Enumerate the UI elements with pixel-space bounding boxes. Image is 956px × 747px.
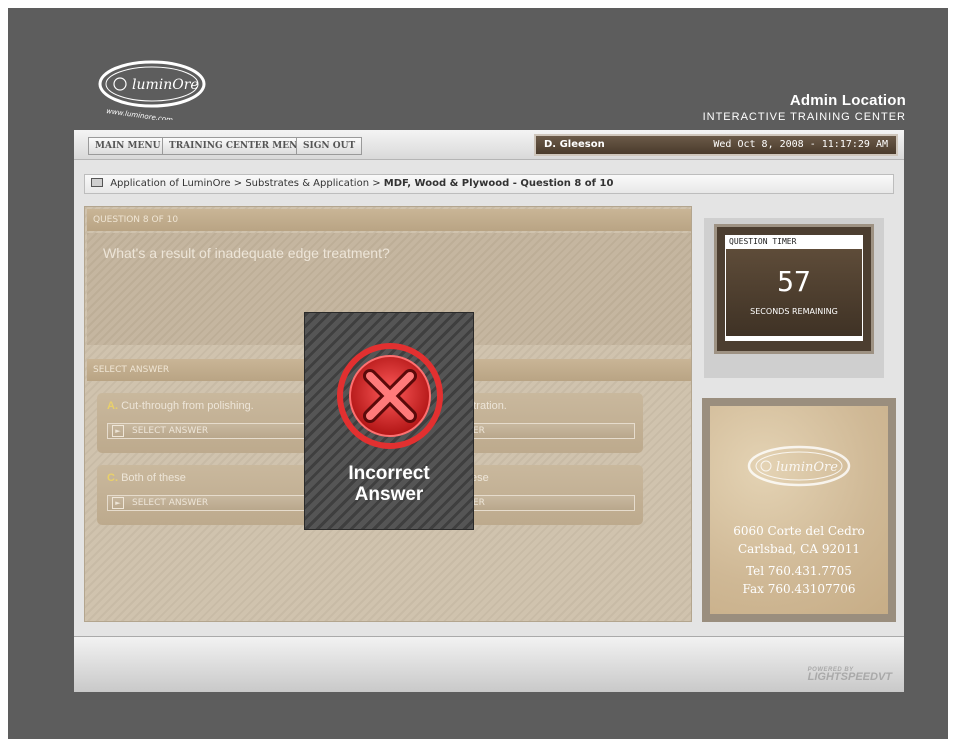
telephone: Tel 760.431.7705 xyxy=(746,564,852,578)
breadcrumb-separator: > xyxy=(233,178,246,189)
play-arrow-icon: ► xyxy=(112,425,124,437)
training-app-window: MAIN MENU TRAINING CENTER MENU SIGN OUT … xyxy=(74,130,904,692)
footer-bar: POWERED BY LIGHTSPEEDVT xyxy=(74,636,904,692)
contact-phone: Tel 760.431.7705 Fax 760.43107706 xyxy=(710,562,888,598)
timer-footer-bar xyxy=(725,337,863,341)
answer-label: A. Cut-through from polishing. xyxy=(107,400,254,412)
breadcrumb: Application of LuminOre > Substrates & A… xyxy=(84,174,894,194)
timer-display: 57 SECONDS REMAINING xyxy=(725,249,863,337)
date-time: Wed Oct 8, 2008 - 11:17:29 AM xyxy=(713,139,888,150)
incorrect-message: Incorrect Answer xyxy=(348,463,430,505)
incorrect-x-icon xyxy=(337,343,443,449)
location-subtitle: INTERACTIVE TRAINING CENTER xyxy=(702,111,906,123)
breadcrumb-item[interactable]: Application of LuminOre xyxy=(110,178,230,189)
address-city: Carlsbad, CA 92011 xyxy=(737,542,861,556)
user-name: D. Gleeson xyxy=(544,139,605,150)
svg-text:www.luminore.com: www.luminore.com xyxy=(106,107,174,120)
sign-out-button[interactable]: SIGN OUT xyxy=(296,137,363,155)
question-header: QUESTION 8 OF 10 xyxy=(87,209,691,231)
folder-icon xyxy=(91,178,103,187)
contact-address: 6060 Corte del Cedro Carlsbad, CA 92011 xyxy=(710,522,888,558)
breadcrumb-separator: > xyxy=(372,178,384,189)
location-heading: Admin Location INTERACTIVE TRAINING CENT… xyxy=(703,92,906,123)
contact-panel: luminOre 6060 Corte del Cedro Carlsbad, … xyxy=(702,398,896,622)
svg-text:luminOre: luminOre xyxy=(776,460,838,475)
main-menu-button[interactable]: MAIN MENU xyxy=(88,137,168,155)
breadcrumb-current: MDF, Wood & Plywood - Question 8 of 10 xyxy=(383,178,614,189)
fax: Fax 760.43107706 xyxy=(742,582,856,596)
play-arrow-icon: ► xyxy=(112,497,124,509)
luminore-logo: luminOre xyxy=(747,445,851,487)
question-timer-panel: QUESTION TIMER 57 SECONDS REMAINING xyxy=(704,218,884,378)
top-toolbar: MAIN MENU TRAINING CENTER MENU SIGN OUT … xyxy=(74,130,904,160)
contact-card: luminOre 6060 Corte del Cedro Carlsbad, … xyxy=(710,406,888,614)
luminore-logo: luminOre www.luminore.com xyxy=(98,60,206,120)
answer-label: C. Both of these xyxy=(107,472,186,484)
training-center-menu-button[interactable]: TRAINING CENTER MENU xyxy=(162,137,313,155)
question-timer: QUESTION TIMER 57 SECONDS REMAINING xyxy=(714,224,874,354)
svg-text:luminOre: luminOre xyxy=(132,77,199,93)
incorrect-answer-popup: Incorrect Answer xyxy=(304,312,474,530)
timer-caption: SECONDS REMAINING xyxy=(750,307,838,316)
breadcrumb-item[interactable]: Substrates & Application xyxy=(245,178,369,189)
powered-by-logo: POWERED BY LIGHTSPEEDVT xyxy=(807,667,892,683)
timer-label: QUESTION TIMER xyxy=(725,235,863,249)
timer-seconds: 57 xyxy=(777,265,811,298)
question-text: What's a result of inadequate edge treat… xyxy=(103,245,390,261)
user-status-bar: D. Gleeson Wed Oct 8, 2008 - 11:17:29 AM xyxy=(534,134,898,156)
address-street: 6060 Corte del Cedro xyxy=(733,524,865,538)
location-title: Admin Location xyxy=(789,92,906,109)
